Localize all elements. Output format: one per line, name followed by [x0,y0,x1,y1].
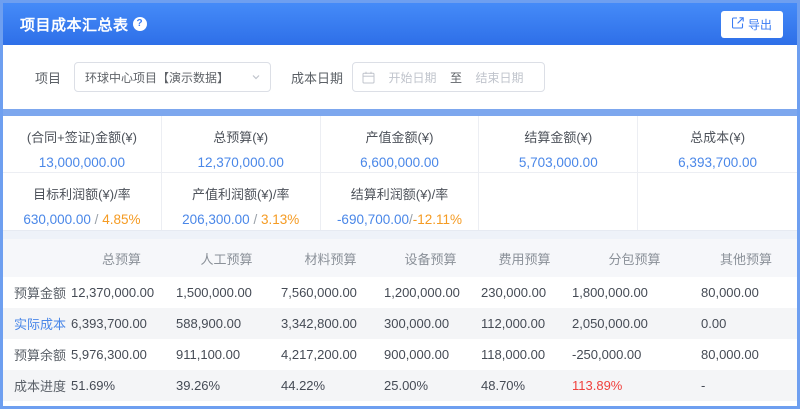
stat-output-amount: 产值金额(¥) 6,600,000.00 [321,116,480,172]
table-cell: 118,000.00 [479,347,570,362]
stat-settlement-profit: 结算利润额(¥)/率 -690,700.00/-12.11% [321,173,480,230]
summary-row-amounts: (合同+签证)金额(¥) 13,000,000.00 总预算(¥) 12,370… [3,116,797,173]
filter-bar: 项目 环球中心项目【演示数据】 成本日期 开始日期 至 结束日期 [3,45,797,109]
table-cell: 1,200,000.00 [382,285,479,300]
stat-value: 12,370,000.00 [166,155,316,170]
start-date-placeholder: 开始日期 [377,69,448,86]
stat-label: 产值金额(¥) [325,127,475,146]
stat-empty-cell [479,173,638,230]
table-row-budget-balance: 预算余额 5,976,300.00 911,100.00 4,217,200.0… [3,339,797,370]
table-cell: 1,500,000.00 [174,285,279,300]
stat-label: 总预算(¥) [166,127,316,146]
table-cell: 2,050,000.00 [570,316,699,331]
table-row-actual-cost: 实际成本 6,393,700.00 588,900.00 3,342,800.0… [3,308,797,339]
project-select[interactable]: 环球中心项目【演示数据】 [74,62,271,92]
table-cell: -250,000.00 [570,347,699,362]
section-gap [3,231,797,239]
column-header: 费用预算 [479,249,570,268]
table-cell: 230,000.00 [479,285,570,300]
calendar-icon [362,71,375,84]
table-cell: 7,560,000.00 [279,285,382,300]
table-cell: 80,000.00 [699,347,793,362]
stat-value: 630,000.00 / 4.85% [7,212,157,227]
export-icon [732,17,744,32]
stat-label: 结算金额(¥) [483,127,633,146]
table-header-row: 总预算 人工预算 材料预算 设备预算 费用预算 分包预算 其他预算 [3,239,797,277]
stat-label: 产值利润额(¥)/率 [166,184,316,203]
stat-label: 结算利润额(¥)/率 [325,184,475,203]
cost-date-range-input[interactable]: 开始日期 至 结束日期 [352,62,545,92]
table-row-budget-amount: 预算金额 12,370,000.00 1,500,000.00 7,560,00… [3,277,797,308]
table-cell: 48.70% [479,378,570,393]
row-label: 预算余额 [11,345,69,364]
end-date-placeholder: 结束日期 [464,69,535,86]
column-header: 材料预算 [279,249,382,268]
table-cell: 1,800,000.00 [570,285,699,300]
blue-divider [3,109,797,116]
stat-empty-cell [638,173,797,230]
chevron-down-icon [251,72,261,82]
row-label: 预算金额 [11,283,69,302]
summary-row-profits: 目标利润额(¥)/率 630,000.00 / 4.85% 产值利润额(¥)/率… [3,173,797,230]
table-cell: 0.00 [699,316,793,331]
export-button-label: 导出 [748,16,772,33]
project-filter-label: 项目 [35,68,61,87]
stat-total-budget: 总预算(¥) 12,370,000.00 [162,116,321,172]
stat-label: (合同+签证)金额(¥) [7,127,157,146]
table-cell: 4,217,200.00 [279,347,382,362]
table-cell: 3,342,800.00 [279,316,382,331]
column-header: 人工预算 [174,249,279,268]
table-cell: 44.22% [279,378,382,393]
stat-label: 目标利润额(¥)/率 [7,184,157,203]
stat-value: 6,393,700.00 [642,155,793,170]
project-select-value: 环球中心项目【演示数据】 [85,69,229,86]
stat-settlement-amount: 结算金额(¥) 5,703,000.00 [479,116,638,172]
row-label[interactable]: 实际成本 [11,314,69,333]
table-cell: 25.00% [382,378,479,393]
cost-date-label: 成本日期 [291,68,343,87]
export-button[interactable]: 导出 [721,11,783,38]
table-cell: 51.69% [69,378,174,393]
column-header: 分包预算 [570,249,699,268]
table-cell-over-budget: 113.89% [570,378,699,393]
table-cell: 900,000.00 [382,347,479,362]
table-cell: 6,393,700.00 [69,316,174,331]
stat-value: 206,300.00 / 3.13% [166,212,316,227]
stat-target-profit: 目标利润额(¥)/率 630,000.00 / 4.85% [3,173,162,230]
table-cell: 80,000.00 [699,285,793,300]
stat-value: -690,700.00/-12.11% [325,212,475,227]
stat-label: 总成本(¥) [642,127,793,146]
help-icon[interactable]: ? [133,17,147,31]
table-cell: 5,976,300.00 [69,347,174,362]
stat-value: 5,703,000.00 [483,155,633,170]
top-bar: 项目成本汇总表 ? 导出 [3,3,797,45]
table-cell: 112,000.00 [479,316,570,331]
cost-breakdown-table: 总预算 人工预算 材料预算 设备预算 费用预算 分包预算 其他预算 预算金额 1… [3,239,797,401]
stat-contract-amount: (合同+签证)金额(¥) 13,000,000.00 [3,116,162,172]
row-label: 成本进度 [11,376,69,395]
stat-total-cost: 总成本(¥) 6,393,700.00 [638,116,797,172]
stat-output-profit: 产值利润额(¥)/率 206,300.00 / 3.13% [162,173,321,230]
column-header: 设备预算 [382,249,479,268]
table-cell: 911,100.00 [174,347,279,362]
table-cell: 12,370,000.00 [69,285,174,300]
date-separator: 至 [448,69,464,86]
column-header: 总预算 [69,249,174,268]
app-window: 项目成本汇总表 ? 导出 项目 环球中心项目【演示数据】 成本日期 [0,0,800,409]
stat-value: 13,000,000.00 [7,155,157,170]
page-title: 项目成本汇总表 [20,14,129,35]
table-cell: 300,000.00 [382,316,479,331]
table-cell: 39.26% [174,378,279,393]
stat-value: 6,600,000.00 [325,155,475,170]
table-row-cost-progress: 成本进度 51.69% 39.26% 44.22% 25.00% 48.70% … [3,370,797,401]
table-cell: - [699,378,793,393]
summary-panel: (合同+签证)金额(¥) 13,000,000.00 总预算(¥) 12,370… [3,116,797,231]
column-header: 其他预算 [699,249,793,268]
table-cell: 588,900.00 [174,316,279,331]
